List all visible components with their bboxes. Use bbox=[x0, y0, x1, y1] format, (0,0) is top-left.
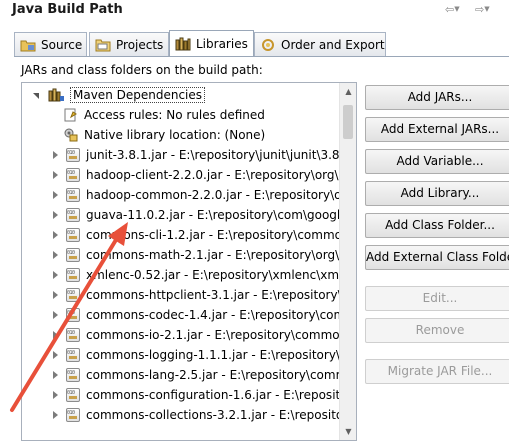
annotation-arrow bbox=[10, 222, 128, 412]
